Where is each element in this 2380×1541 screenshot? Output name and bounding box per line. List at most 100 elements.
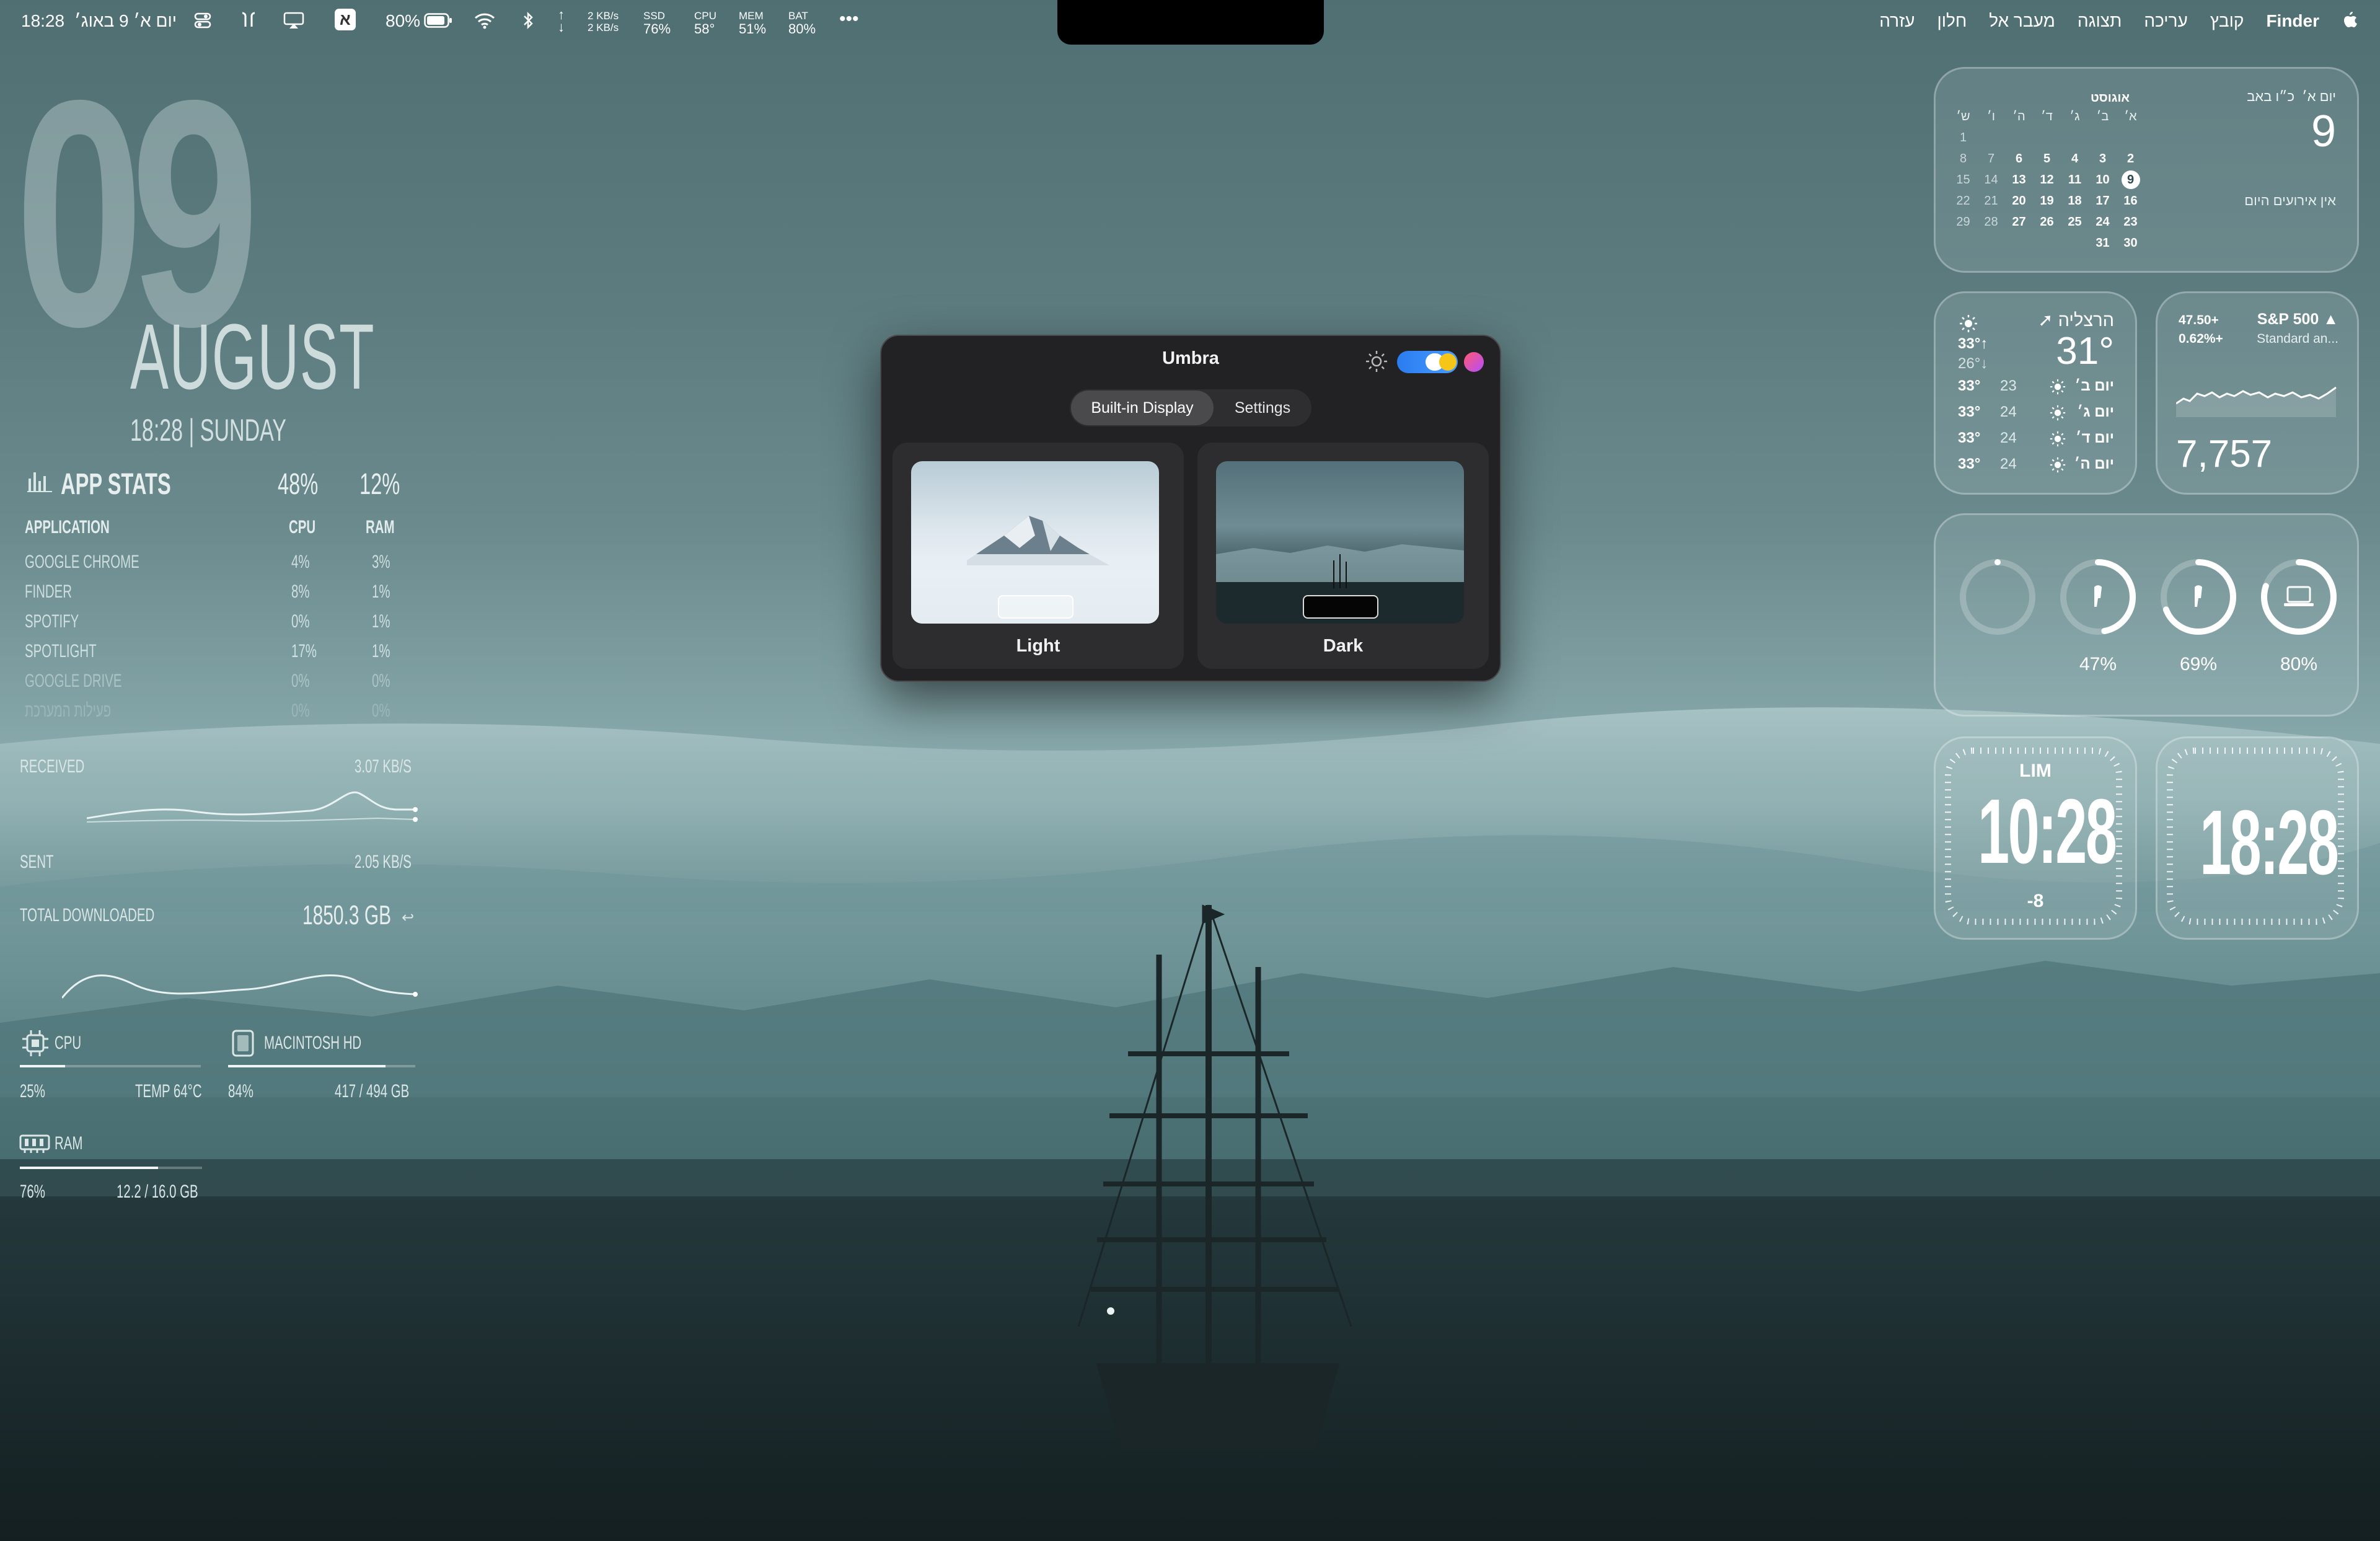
- airplay-icon[interactable]: [283, 11, 305, 34]
- calendar-day[interactable]: 15: [1949, 169, 1977, 190]
- menu-help[interactable]: עזרה: [1879, 11, 1915, 35]
- weather-temp: 31°: [2056, 330, 2114, 373]
- bat-stat[interactable]: BAT 80%: [788, 10, 816, 37]
- cpu-stat[interactable]: CPU 58°: [694, 10, 716, 37]
- tab-settings[interactable]: Settings: [1216, 391, 1309, 425]
- battery-ring: [2257, 555, 2341, 639]
- received-value: 3.07 KB/S: [355, 756, 412, 777]
- download-arrow-icon: ↩: [402, 909, 415, 926]
- wifi-icon[interactable]: [474, 11, 496, 34]
- calendar-day[interactable]: 17: [2089, 190, 2117, 211]
- calendar-day[interactable]: 29: [1949, 211, 1977, 232]
- calendar-day[interactable]: 28: [1977, 211, 2005, 232]
- weather-widget[interactable]: הרצליה ➚ 31° 33°↑ 26°↓ 33° 23 יום ב׳ 33° 24 י…: [1934, 291, 2137, 495]
- world-clock-lima[interactable]: LIM 10:28 -8: [1934, 736, 2137, 940]
- menu-file[interactable]: קובץ: [2210, 11, 2244, 35]
- app-name-menu[interactable]: Finder: [2266, 11, 2319, 35]
- sun-weather-icon: [2050, 379, 2066, 398]
- batteries-widget[interactable]: 47% 69% 80%: [1934, 513, 2359, 717]
- more-icon[interactable]: •••: [839, 9, 859, 30]
- app-row-cpu: 17%: [291, 641, 317, 661]
- dark-menubar-preview: [1303, 595, 1378, 619]
- calendar-day[interactable]: 16: [2117, 190, 2144, 211]
- calendar-day[interactable]: 31: [2089, 232, 2117, 254]
- menu-go[interactable]: מעבר אל: [1989, 11, 2055, 35]
- battery-icon[interactable]: [424, 12, 452, 32]
- time-day-label: 18:28 | SUNDAY: [130, 413, 286, 448]
- mem-stat[interactable]: MEM 51%: [739, 10, 766, 37]
- forecast-high: 33°: [1958, 378, 1981, 394]
- calendar-day[interactable]: 2: [2117, 148, 2144, 169]
- calendar-day[interactable]: 5: [2033, 148, 2061, 169]
- menu-edit[interactable]: עריכה: [2144, 11, 2187, 35]
- calendar-weekday-header: ש׳: [1956, 109, 1970, 123]
- tab-built-in-display[interactable]: Built-in Display: [1071, 391, 1214, 425]
- col-ram: RAM: [366, 517, 395, 537]
- ram-bar-track: [20, 1167, 202, 1169]
- no-events-label: אין אירועים היום: [2244, 193, 2336, 208]
- sent-label: SENT: [20, 852, 54, 872]
- calendar-day[interactable]: 18: [2061, 190, 2089, 211]
- calendar-today-marker[interactable]: 9: [2121, 170, 2140, 189]
- stocks-widget[interactable]: S&P 500 ▲ Standard an... 47.50+ 0.62%+ 7…: [2156, 291, 2359, 495]
- input-source-badge[interactable]: א: [335, 9, 356, 30]
- calendar-day[interactable]: 24: [2089, 211, 2117, 232]
- macbook-icon: [2261, 559, 2337, 635]
- calendar-day[interactable]: 20: [2005, 190, 2033, 211]
- calendar-day[interactable]: 3: [2089, 148, 2117, 169]
- calendar-day[interactable]: 7: [1977, 148, 2005, 169]
- menu-window[interactable]: חלון: [1937, 11, 1967, 35]
- light-thumbnail: [911, 461, 1159, 624]
- calendar-day[interactable]: 8: [1949, 148, 1977, 169]
- accent-color-icon[interactable]: [1464, 352, 1484, 372]
- network-speed[interactable]: 2 KB/s 2 KB/s: [588, 10, 619, 33]
- cpu-chip-icon: [21, 1029, 50, 1061]
- calendar-day[interactable]: 26: [2033, 211, 2061, 232]
- calendar-widget[interactable]: יום א׳ כ״ו באב 9 אין אירועים היום אוגוסט…: [1934, 67, 2359, 273]
- menubar-clock[interactable]: 18:28: [21, 11, 64, 31]
- total-downloaded-value: 1850.3 GB: [302, 900, 392, 930]
- app-row-ram: 0%: [372, 671, 390, 691]
- menubar-date[interactable]: יום א׳ 9 באוג׳: [74, 11, 177, 31]
- calendar-day[interactable]: 21: [1977, 190, 2005, 211]
- calendar-day[interactable]: 27: [2005, 211, 2033, 232]
- calendar-day[interactable]: 25: [2061, 211, 2089, 232]
- calendar-day[interactable]: 6: [2005, 148, 2033, 169]
- calendar-day: [2061, 232, 2089, 254]
- airpods-icon[interactable]: [238, 11, 259, 34]
- battery-level-label: 47%: [2079, 654, 2117, 674]
- apple-menu-icon[interactable]: [2342, 11, 2359, 35]
- calendar-day[interactable]: 1: [1949, 127, 1977, 148]
- forecast-low: 24: [2000, 430, 2017, 446]
- calendar-day[interactable]: 14: [1977, 169, 2005, 190]
- stock-name: Standard an...: [2257, 332, 2338, 346]
- calendar-day[interactable]: 19: [2033, 190, 2061, 211]
- calendar-day[interactable]: 10: [2089, 169, 2117, 190]
- month-name: AUGUST: [130, 304, 375, 408]
- light-option-card[interactable]: Light: [892, 443, 1184, 669]
- calendar-day[interactable]: 12: [2033, 169, 2061, 190]
- calendar-day[interactable]: 11: [2061, 169, 2089, 190]
- network-arrows-icon: ↑ ↓: [558, 7, 565, 35]
- bluetooth-icon[interactable]: [522, 11, 534, 34]
- menu-view[interactable]: תצוגה: [2078, 11, 2122, 35]
- calendar-grid: א׳ ב׳ ג׳ ד׳ ה׳ ו׳ ש׳ 1 2 3 4 5 6 7 8 9 10 11 12 13 14 15 16 17 1…: [1949, 106, 2144, 254]
- world-clock-local[interactable]: 18:28: [2156, 736, 2359, 940]
- calendar-day[interactable]: 13: [2005, 169, 2033, 190]
- sun-icon[interactable]: [1365, 350, 1388, 376]
- airpod-left-icon: [2060, 559, 2136, 635]
- calendar-day[interactable]: 4: [2061, 148, 2089, 169]
- calendar-day[interactable]: 23: [2117, 211, 2144, 232]
- disk-icon: [231, 1029, 255, 1061]
- calendar-day[interactable]: 30: [2117, 232, 2144, 254]
- calendar-day[interactable]: 22: [1949, 190, 1977, 211]
- light-label: Light: [1016, 636, 1060, 656]
- ssd-stat[interactable]: SSD 76%: [643, 10, 671, 37]
- calendar-day[interactable]: 9: [2117, 169, 2144, 190]
- col-application: APPLICATION: [25, 517, 110, 537]
- stock-value: 7,757: [2176, 433, 2273, 475]
- control-center-icon[interactable]: [193, 11, 212, 34]
- mode-toggle[interactable]: [1397, 351, 1458, 373]
- calendar-day: [2005, 127, 2033, 148]
- dark-option-card[interactable]: Dark: [1197, 443, 1489, 669]
